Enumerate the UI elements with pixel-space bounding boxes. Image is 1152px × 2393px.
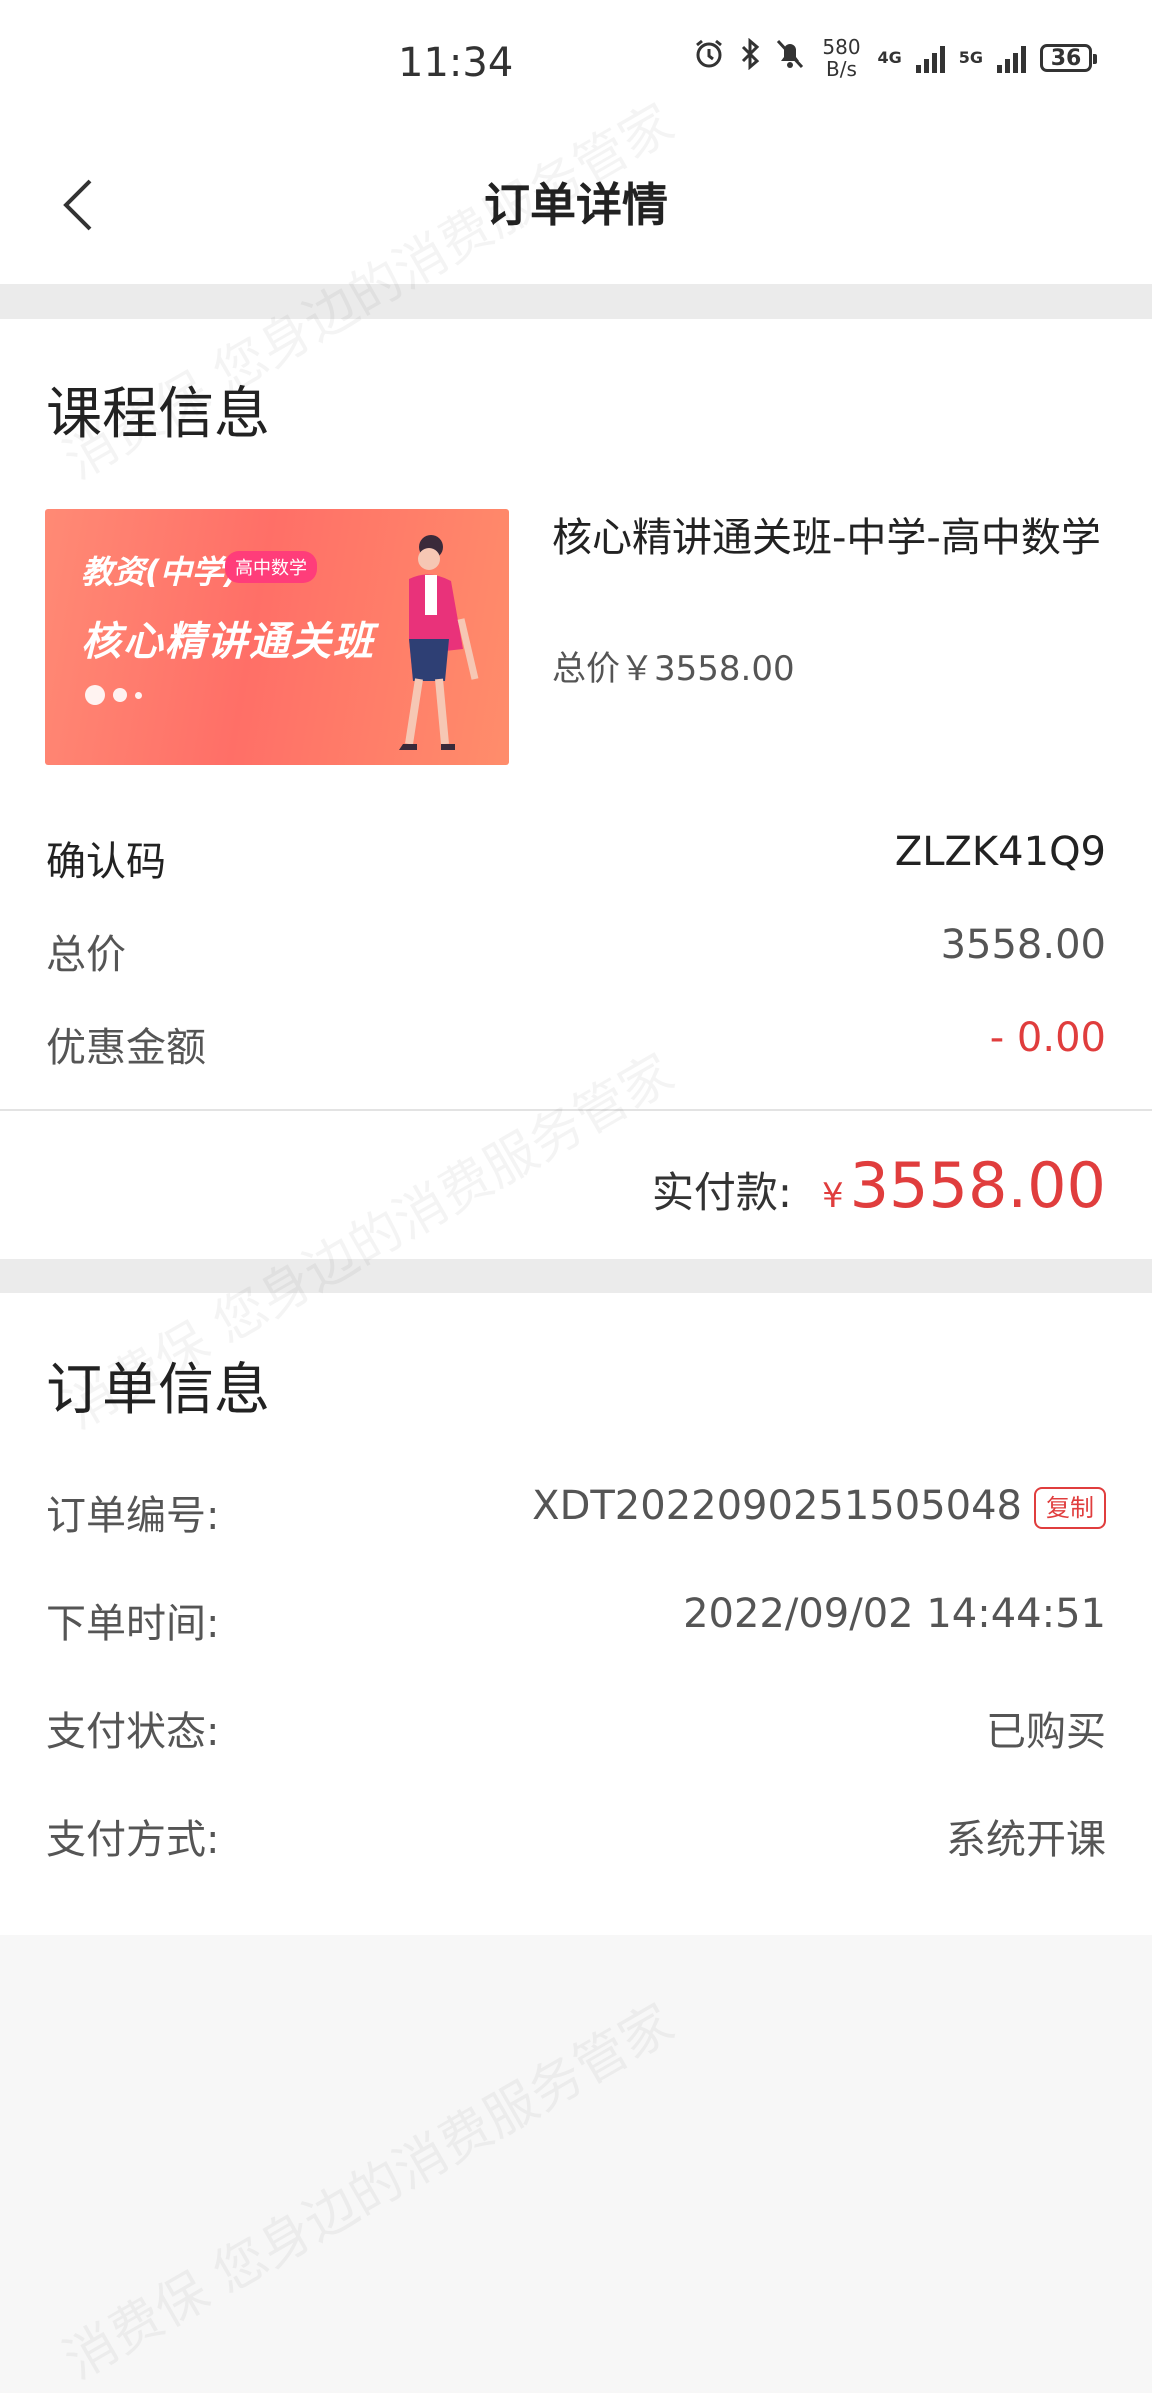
total-row: 总价 3558.00 bbox=[46, 922, 1106, 980]
copy-button[interactable]: 复制 bbox=[1034, 1487, 1106, 1529]
nav-bar: 订单详情 bbox=[0, 130, 1152, 284]
signal-5g-label: 5G bbox=[958, 48, 983, 67]
watermark: 消费保 您身边的消费服务管家 bbox=[48, 1982, 685, 2393]
discount-value: - 0.00 bbox=[989, 1015, 1106, 1061]
confirm-code-value: ZLZK41Q9 bbox=[894, 829, 1106, 875]
course-info-section: 课程信息 教资(中学) 高中数学 核心精讲通关班 核心精讲通关班-中学-高中数学… bbox=[0, 319, 1152, 1259]
course-total-price: 总价￥3558.00 bbox=[552, 649, 795, 689]
order-info-section: 订单信息 订单编号: XDT2022090251505048 复制 下单时间: 2… bbox=[0, 1293, 1152, 1935]
status-bar: 11:34 580 B/s 4G 5G 36 bbox=[0, 0, 1152, 130]
alarm-icon bbox=[693, 38, 725, 78]
woman-illustration-icon bbox=[399, 535, 479, 750]
signal-bars-icon bbox=[915, 43, 945, 73]
order-section-title: 订单信息 bbox=[46, 1358, 270, 1423]
course-name[interactable]: 核心精讲通关班-中学-高中数学 bbox=[552, 513, 1142, 563]
paid-amount-row: 实付款: ¥ 3558.00 bbox=[652, 1149, 1106, 1222]
discount-row: 优惠金额 - 0.00 bbox=[46, 1015, 1106, 1073]
mute-bell-icon bbox=[775, 38, 805, 78]
paid-currency: ¥ bbox=[821, 1176, 844, 1216]
battery-icon: 36 bbox=[1040, 44, 1097, 72]
order-number-row: 订单编号: XDT2022090251505048 复制 bbox=[46, 1483, 1106, 1541]
order-time-value: 2022/09/02 14:44:51 bbox=[683, 1591, 1106, 1637]
status-icons: 580 B/s 4G 5G 36 bbox=[693, 35, 1097, 81]
status-time: 11:34 bbox=[398, 40, 514, 86]
paid-label: 实付款: bbox=[651, 1168, 792, 1217]
order-number-wrap: XDT2022090251505048 复制 bbox=[532, 1483, 1106, 1541]
course-section-title: 课程信息 bbox=[46, 382, 270, 447]
section-divider bbox=[0, 1259, 1152, 1293]
thumbnail-tag: 教资(中学) bbox=[81, 553, 239, 591]
thumbnail-badge: 高中数学 bbox=[225, 551, 317, 583]
page-title: 订单详情 bbox=[484, 178, 668, 232]
discount-label: 优惠金额 bbox=[46, 1025, 206, 1071]
section-divider bbox=[0, 284, 1152, 319]
total-label: 总价 bbox=[46, 932, 126, 978]
network-speed: 580 B/s bbox=[822, 35, 861, 81]
divider bbox=[0, 1109, 1152, 1111]
signal-bars-icon bbox=[997, 43, 1026, 73]
order-time-label: 下单时间: bbox=[46, 1601, 220, 1647]
thumbnail-title: 核心精讲通关班 bbox=[81, 619, 375, 665]
signal-4g-label: 4G bbox=[877, 48, 902, 67]
total-value: 3558.00 bbox=[940, 922, 1106, 968]
course-thumbnail[interactable]: 教资(中学) 高中数学 核心精讲通关班 bbox=[45, 509, 509, 765]
carousel-dots bbox=[85, 685, 142, 705]
pay-status-value: 已购买 bbox=[986, 1709, 1106, 1755]
confirm-code-row: 确认码 ZLZK41Q9 bbox=[46, 829, 1106, 887]
order-number-label: 订单编号: bbox=[46, 1493, 220, 1539]
pay-status-label: 支付状态: bbox=[46, 1709, 220, 1755]
pay-method-row: 支付方式: 系统开课 bbox=[46, 1807, 1106, 1865]
pay-method-label: 支付方式: bbox=[46, 1817, 220, 1863]
order-number-value: XDT2022090251505048 bbox=[532, 1483, 1022, 1529]
pay-status-row: 支付状态: 已购买 bbox=[46, 1699, 1106, 1757]
paid-amount: 3558.00 bbox=[849, 1149, 1106, 1222]
order-time-row: 下单时间: 2022/09/02 14:44:51 bbox=[46, 1591, 1106, 1649]
confirm-code-label: 确认码 bbox=[46, 839, 166, 885]
pay-method-value: 系统开课 bbox=[946, 1817, 1106, 1863]
bluetooth-icon bbox=[739, 37, 761, 78]
